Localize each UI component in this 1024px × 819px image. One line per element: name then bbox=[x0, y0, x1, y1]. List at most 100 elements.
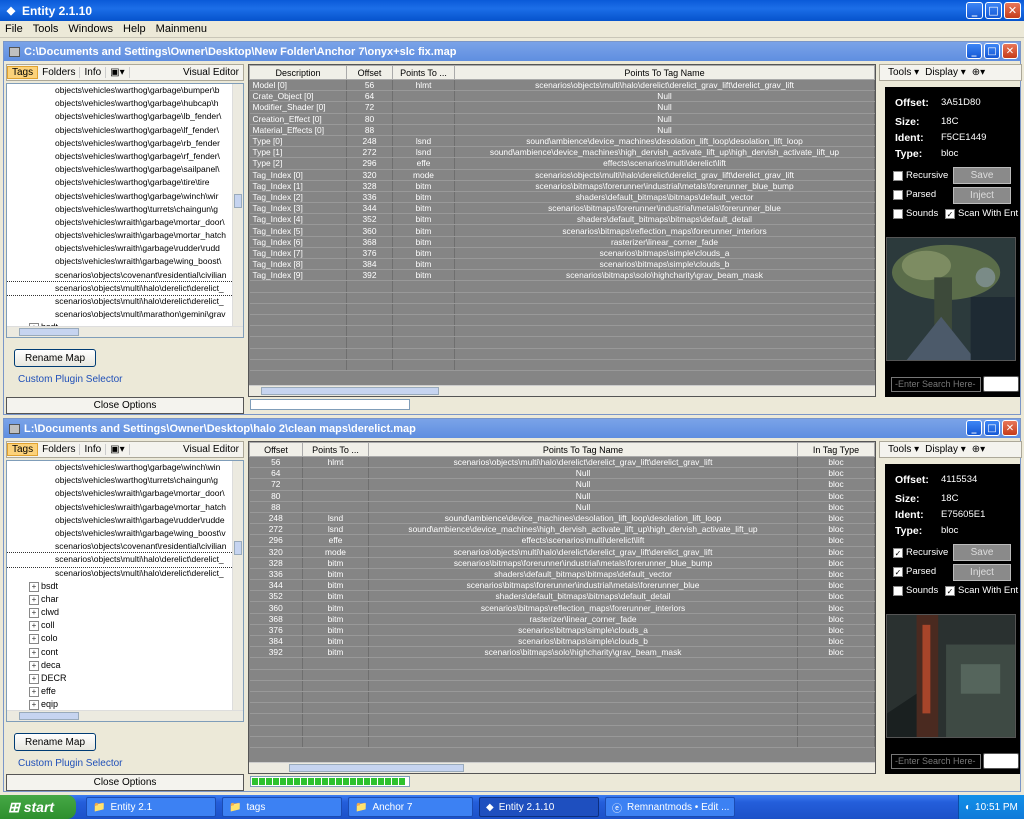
tree-group[interactable]: effe bbox=[7, 685, 243, 698]
table-row[interactable]: 384 bitm scenarios\bitmaps\simple\clouds_b… bbox=[249, 635, 875, 648]
tree-group[interactable]: deca bbox=[7, 659, 243, 672]
search-input[interactable]: -Enter Search Here- bbox=[891, 754, 981, 769]
grid-horizontal-scrollbar[interactable] bbox=[249, 385, 875, 396]
scan-with-ent-checkbox[interactable]: ✓ Scan With Ent bbox=[945, 585, 1018, 596]
inject-button[interactable]: Inject bbox=[953, 564, 1011, 581]
tree-item[interactable]: objects\vehicles\wraith\garbage\rudder\r… bbox=[7, 514, 243, 527]
table-row[interactable]: Tag_Index [8] 384 bitm scenarios\bitmaps\si… bbox=[249, 258, 875, 271]
child-maximize-button[interactable]: □ bbox=[984, 420, 1000, 436]
recursive-checkbox[interactable]: ✓ Recursive bbox=[893, 547, 948, 558]
tab-folders[interactable]: Folders bbox=[38, 444, 81, 455]
tree-group[interactable]: coll bbox=[7, 619, 243, 632]
table-row[interactable]: 248 lsnd sound\ambience\device_machines\de… bbox=[249, 512, 875, 525]
table-row[interactable]: 328 bitm scenarios\bitmaps\forerunner\indu… bbox=[249, 557, 875, 569]
child-close-button[interactable]: ✕ bbox=[1002, 43, 1018, 59]
tree-item[interactable]: objects\vehicles\warthog\garbage\winch\w… bbox=[7, 190, 243, 203]
rename-map-button[interactable]: Rename Map bbox=[14, 349, 96, 367]
table-row[interactable]: Tag_Index [1] 328 bitm scenarios\bitmaps\fo… bbox=[249, 180, 875, 192]
table-row[interactable]: 352 bitm shaders\default_bitmaps\bitmaps\d… bbox=[249, 590, 875, 603]
col-points-to[interactable]: Points To ... bbox=[392, 65, 455, 80]
recursive-checkbox[interactable]: Recursive bbox=[893, 170, 948, 181]
table-row[interactable]: 392 bitm scenarios\bitmaps\solo\highcharit… bbox=[249, 646, 875, 659]
tree-item[interactable]: objects\vehicles\warthog\garbage\rf_fend… bbox=[7, 150, 243, 163]
tree-group[interactable]: char bbox=[7, 593, 243, 606]
inject-button[interactable]: Inject bbox=[953, 187, 1011, 204]
tools-menu[interactable]: Tools ▾ bbox=[888, 444, 919, 455]
tree-item[interactable]: scenarios\objects\multi\halo\derelict\de… bbox=[7, 567, 243, 580]
display-menu[interactable]: Display ▾ bbox=[925, 67, 966, 78]
tools-menu[interactable]: Tools ▾ bbox=[888, 67, 919, 78]
tree-group[interactable]: DECR bbox=[7, 672, 243, 685]
tree-item[interactable]: scenarios\objects\multi\halo\derelict\de… bbox=[7, 280, 243, 297]
tree-item[interactable]: objects\vehicles\warthog\garbage\winch\w… bbox=[7, 461, 243, 474]
tab-tags[interactable]: Tags bbox=[7, 443, 39, 456]
child-close-button[interactable]: ✕ bbox=[1002, 420, 1018, 436]
tree-item[interactable]: objects\vehicles\wraith\garbage\rudder\r… bbox=[7, 242, 243, 255]
table-row[interactable]: Tag_Index [5] 360 bitm scenarios\bitmaps\re… bbox=[249, 224, 875, 237]
tree-group[interactable]: clwd bbox=[7, 606, 243, 619]
table-row[interactable]: 368 bitm rasterizer\linear_corner_fade bloc bbox=[249, 613, 875, 625]
save-button[interactable]: Save bbox=[953, 167, 1011, 184]
tree-item[interactable]: objects\vehicles\warthog\garbage\rb_fend… bbox=[7, 137, 243, 150]
taskbar-item-entity-2-1-10[interactable]: ◆ Entity 2.1.10 bbox=[479, 797, 599, 817]
scan-with-ent-checkbox[interactable]: ✓ Scan With Ent bbox=[945, 208, 1018, 219]
table-row[interactable]: Tag_Index [7] 376 bitm scenarios\bitmaps\si… bbox=[249, 247, 875, 260]
tree-group[interactable]: bsdt bbox=[7, 580, 243, 593]
table-row[interactable]: 80 Null bloc bbox=[249, 490, 875, 502]
close-options-button[interactable]: Close Options bbox=[6, 774, 244, 791]
parsed-checkbox[interactable]: Parsed bbox=[893, 189, 936, 200]
tab-info[interactable]: Info bbox=[80, 444, 107, 455]
close-options-button[interactable]: Close Options bbox=[6, 397, 244, 414]
tab-tags[interactable]: Tags bbox=[7, 66, 39, 79]
tree-item[interactable]: scenarios\objects\covenant\residential\c… bbox=[7, 269, 243, 282]
tree-item[interactable]: scenarios\objects\covenant\residential\c… bbox=[7, 540, 243, 553]
search-button[interactable]: Search bbox=[983, 753, 1019, 769]
table-row[interactable]: 360 bitm scenarios\bitmaps\reflection_maps… bbox=[249, 601, 875, 614]
tree-vertical-scrollbar[interactable] bbox=[232, 84, 243, 326]
tag-tree[interactable]: objects\vehicles\warthog\garbage\winch\w… bbox=[6, 460, 244, 722]
menu-file[interactable]: File bbox=[0, 23, 28, 35]
menu-mainmenu[interactable]: Mainmenu bbox=[151, 23, 212, 35]
table-row[interactable]: Tag_Index [4] 352 bitm shaders\default_bitm… bbox=[249, 213, 875, 226]
start-button[interactable]: ⊞ start bbox=[0, 795, 76, 819]
tab-folders[interactable]: Folders bbox=[38, 67, 81, 78]
tree-item[interactable]: objects\vehicles\warthog\garbage\lf_fend… bbox=[7, 124, 243, 137]
display-menu[interactable]: Display ▾ bbox=[925, 444, 966, 455]
network-icon[interactable]: ◐ bbox=[965, 802, 971, 813]
add-icon[interactable]: ⊕▾ bbox=[972, 444, 985, 455]
col-description[interactable]: Description bbox=[249, 65, 347, 80]
taskbar-item-anchor-7[interactable]: 📁 Anchor 7 bbox=[348, 797, 473, 817]
table-row[interactable]: Tag_Index [9] 392 bitm scenarios\bitmaps\so… bbox=[249, 269, 875, 282]
child-maximize-button[interactable]: □ bbox=[984, 43, 1000, 59]
tree-item[interactable]: objects\vehicles\warthog\garbage\hubcap\… bbox=[7, 97, 243, 110]
parsed-checkbox[interactable]: ✓ Parsed bbox=[893, 566, 936, 577]
sounds-checkbox[interactable]: Sounds bbox=[893, 208, 938, 219]
table-row[interactable]: Tag_Index [6] 368 bitm rasterizer\linear_co… bbox=[249, 236, 875, 248]
add-icon[interactable]: ⊕▾ bbox=[972, 67, 985, 78]
tree-item[interactable]: objects\vehicles\warthog\garbage\tire\ti… bbox=[7, 176, 243, 189]
table-row[interactable]: Type [2] 296 effe effects\scenarios\multi\d… bbox=[249, 157, 875, 170]
tab-info[interactable]: Info bbox=[80, 67, 107, 78]
tree-group[interactable]: cont bbox=[7, 646, 243, 659]
table-row[interactable]: 296 effe effects\scenarios\multi\derelict\… bbox=[249, 534, 875, 547]
meta-grid[interactable]: Offset Points To ... Points To Tag Name … bbox=[248, 441, 876, 774]
menu-help[interactable]: Help bbox=[118, 23, 151, 35]
table-row[interactable]: Crate_Object [0] 64 Null bbox=[249, 90, 875, 103]
tree-item[interactable]: scenarios\objects\multi\halo\derelict\de… bbox=[7, 295, 243, 308]
table-row[interactable]: Tag_Index [0] 320 mode scenarios\objects\mu… bbox=[249, 169, 875, 181]
tag-tree[interactable]: objects\vehicles\warthog\garbage\bumper\… bbox=[6, 83, 244, 338]
grid-horizontal-scrollbar[interactable] bbox=[249, 762, 875, 773]
table-row[interactable]: 376 bitm scenarios\bitmaps\simple\clouds_a… bbox=[249, 624, 875, 637]
save-button[interactable]: Save bbox=[953, 544, 1011, 561]
table-row[interactable]: 272 lsnd sound\ambience\device_machines\hi… bbox=[249, 523, 875, 536]
tree-group[interactable]: colo bbox=[7, 632, 243, 645]
minimize-button[interactable]: _ bbox=[966, 2, 983, 19]
table-row[interactable]: 88 Null bloc bbox=[249, 501, 875, 513]
tree-item[interactable]: objects\vehicles\wraith\garbage\mortar_h… bbox=[7, 229, 243, 242]
table-row[interactable]: Type [1] 272 lsnd sound\ambience\device_mac… bbox=[249, 146, 875, 159]
meta-grid[interactable]: Description Offset Points To ... Points … bbox=[248, 64, 876, 397]
table-row[interactable]: 56 hlmt scenarios\objects\multi\halo\derel… bbox=[249, 456, 875, 469]
taskbar-item-entity-2-1[interactable]: 📁 Entity 2.1 bbox=[86, 797, 216, 817]
col-offset[interactable]: Offset bbox=[249, 442, 303, 457]
tree-item[interactable]: objects\vehicles\warthog\turrets\chaingu… bbox=[7, 474, 243, 487]
